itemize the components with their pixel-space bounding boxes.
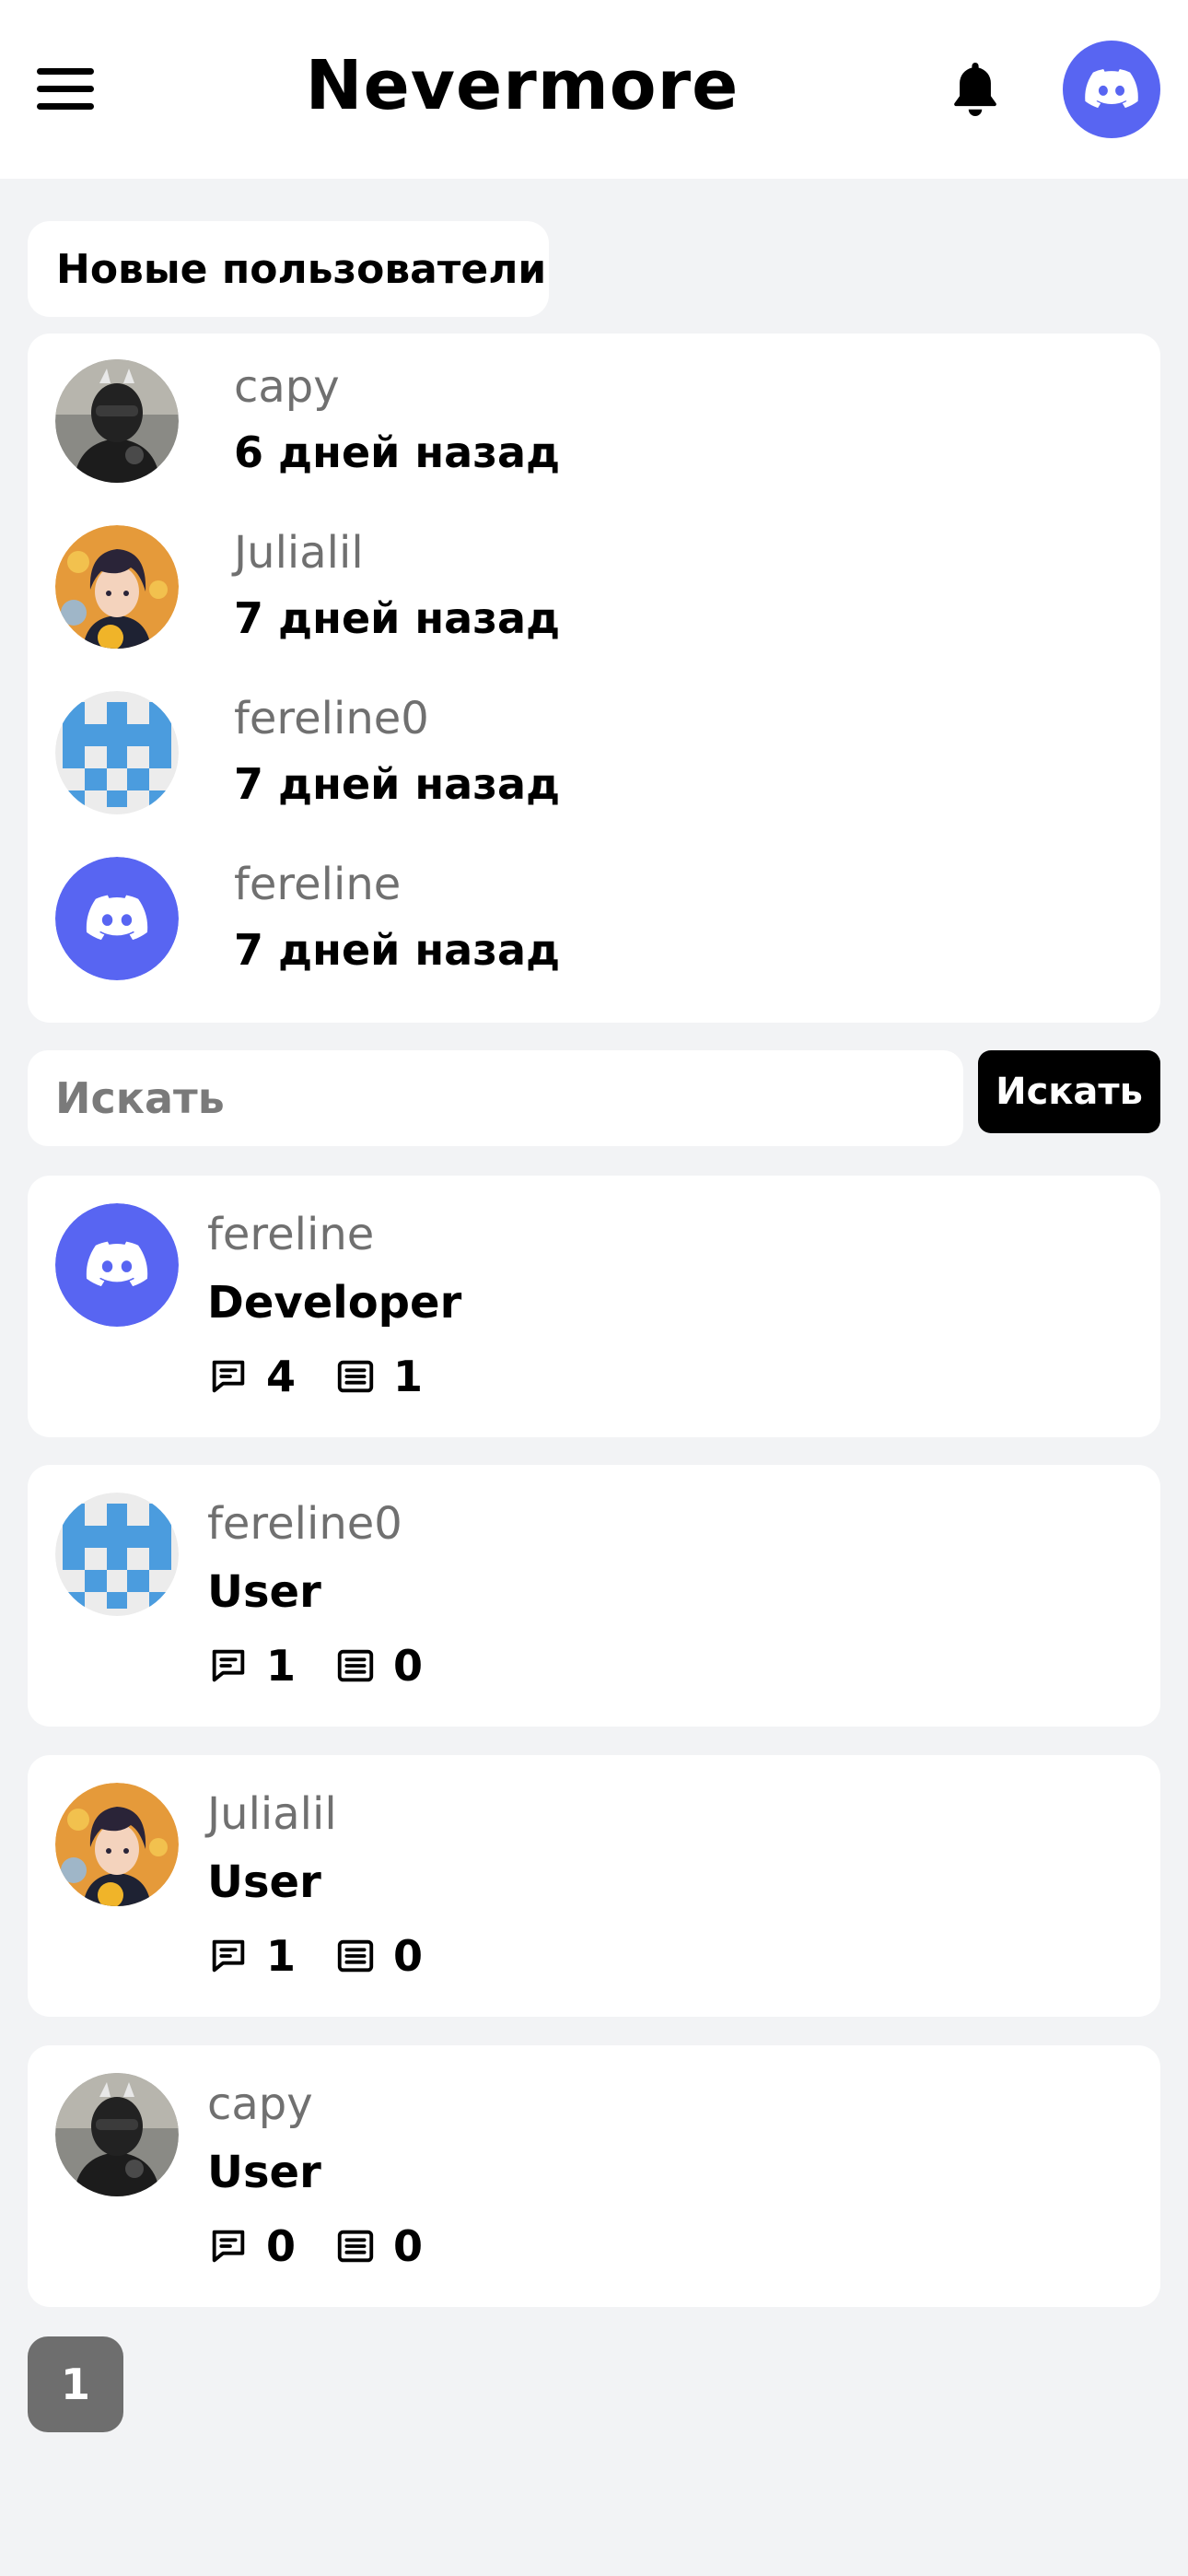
avatar[interactable] — [55, 1493, 179, 1616]
comment-icon — [207, 1645, 250, 1687]
new-users-heading: Новые пользователи — [28, 221, 549, 317]
post-count: 1 — [393, 1352, 424, 1401]
user-name[interactable]: fereline0 — [207, 1498, 402, 1550]
list-item[interactable]: Julialil 7 дней назад — [55, 525, 1133, 654]
user-name[interactable]: fereline — [207, 1209, 374, 1260]
user-card[interactable]: capy User 0 0 — [28, 2045, 1160, 2307]
search-button[interactable]: Искать — [978, 1050, 1160, 1133]
user-role: User — [207, 2147, 321, 2198]
comment-icon — [207, 2225, 250, 2267]
post-icon — [334, 1355, 377, 1398]
comment-icon — [207, 1355, 250, 1398]
app-title[interactable]: Nevermore — [0, 46, 1044, 125]
comment-count: 1 — [266, 1641, 297, 1691]
avatar[interactable] — [55, 691, 179, 814]
list-item[interactable]: fereline0 7 дней назад — [55, 691, 1133, 820]
profile-avatar[interactable] — [1063, 41, 1160, 138]
comment-count: 0 — [266, 2221, 297, 2271]
user-name[interactable]: fereline — [234, 859, 401, 910]
post-count: 0 — [393, 2221, 424, 2271]
user-role: User — [207, 1856, 321, 1908]
post-icon — [334, 1645, 377, 1687]
avatar[interactable] — [55, 359, 179, 483]
top-bar: Nevermore — [0, 0, 1188, 179]
joined-time: 7 дней назад — [234, 593, 561, 643]
user-card[interactable]: fereline0 User 1 0 — [28, 1465, 1160, 1727]
list-item[interactable]: fereline 7 дней назад — [55, 857, 1133, 986]
new-users-list: capy 6 дней назад Julialil 7 дней назад … — [28, 334, 1160, 1023]
user-name[interactable]: fereline0 — [234, 693, 429, 744]
avatar[interactable] — [55, 525, 179, 649]
comment-icon — [207, 1935, 250, 1977]
avatar[interactable] — [55, 857, 179, 980]
user-stats: 1 0 — [207, 1928, 461, 1984]
avatar[interactable] — [55, 1203, 179, 1327]
joined-time: 7 дней назад — [234, 925, 561, 975]
post-icon — [334, 1935, 377, 1977]
discord-avatar-icon — [1081, 59, 1142, 120]
user-role: Developer — [207, 1277, 462, 1329]
post-icon — [334, 2225, 377, 2267]
post-count: 0 — [393, 1931, 424, 1981]
user-name[interactable]: Julialil — [207, 1788, 337, 1840]
list-item[interactable]: capy 6 дней назад — [55, 359, 1133, 488]
search-input[interactable] — [28, 1050, 963, 1146]
bell-icon[interactable] — [949, 59, 1002, 120]
user-stats: 4 1 — [207, 1349, 461, 1404]
user-card[interactable]: fereline Developer 4 1 — [28, 1176, 1160, 1437]
joined-time: 7 дней назад — [234, 759, 561, 809]
user-stats: 1 0 — [207, 1638, 461, 1693]
user-stats: 0 0 — [207, 2219, 461, 2274]
avatar[interactable] — [55, 1783, 179, 1906]
avatar[interactable] — [55, 2073, 179, 2196]
user-card[interactable]: Julialil User 1 0 — [28, 1755, 1160, 2017]
user-role: User — [207, 1566, 321, 1618]
user-name[interactable]: capy — [207, 2078, 313, 2130]
comment-count: 1 — [266, 1931, 297, 1981]
user-name[interactable]: Julialil — [234, 527, 364, 579]
user-name[interactable]: capy — [234, 361, 340, 413]
post-count: 0 — [393, 1641, 424, 1691]
comment-count: 4 — [266, 1352, 297, 1401]
joined-time: 6 дней назад — [234, 427, 561, 477]
pagination-page-button[interactable]: 1 — [28, 2336, 123, 2432]
